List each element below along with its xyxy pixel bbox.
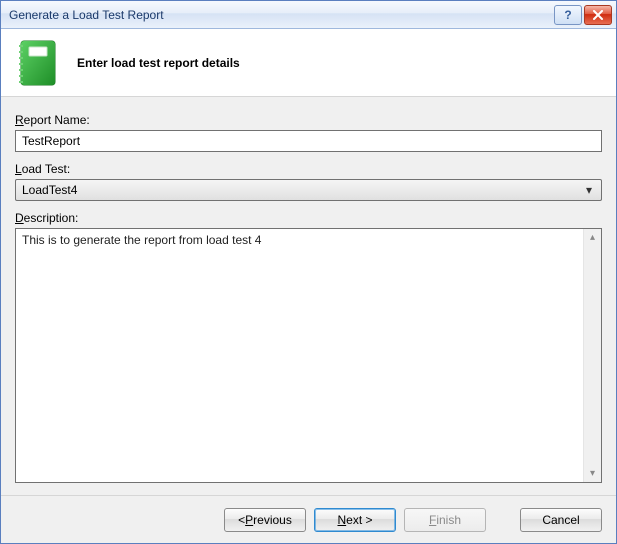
window-title: Generate a Load Test Report (9, 8, 554, 22)
report-name-input[interactable] (15, 130, 602, 152)
title-bar: Generate a Load Test Report ? (1, 1, 616, 29)
help-button[interactable]: ? (554, 5, 582, 25)
description-text: This is to generate the report from load… (16, 229, 583, 482)
next-button[interactable]: Next > (314, 508, 396, 532)
load-test-label: Load Test: (15, 162, 602, 176)
help-icon: ? (564, 8, 571, 22)
chevron-down-icon: ▾ (581, 183, 597, 197)
description-textarea[interactable]: This is to generate the report from load… (15, 228, 602, 483)
close-button[interactable] (584, 5, 612, 25)
form-area: Report Name: Load Test: LoadTest4 ▾ Desc… (1, 97, 616, 495)
close-icon (593, 10, 603, 20)
previous-button[interactable]: < Previous (224, 508, 306, 532)
window-controls: ? (554, 5, 612, 25)
load-test-selected: LoadTest4 (22, 183, 581, 197)
report-name-label: Report Name: (15, 113, 602, 127)
scroll-down-icon: ▾ (584, 465, 601, 482)
scrollbar[interactable]: ▴ ▾ (583, 229, 601, 482)
wizard-footer: < Previous Next > Finish Cancel (1, 495, 616, 543)
notebook-icon (15, 39, 59, 87)
cancel-button[interactable]: Cancel (520, 508, 602, 532)
load-test-combo[interactable]: LoadTest4 ▾ (15, 179, 602, 201)
finish-button: Finish (404, 508, 486, 532)
wizard-heading: Enter load test report details (77, 56, 240, 70)
dialog-window: Generate a Load Test Report ? (0, 0, 617, 544)
wizard-header: Enter load test report details (1, 29, 616, 97)
scroll-up-icon: ▴ (584, 229, 601, 246)
description-label: Description: (15, 211, 602, 225)
